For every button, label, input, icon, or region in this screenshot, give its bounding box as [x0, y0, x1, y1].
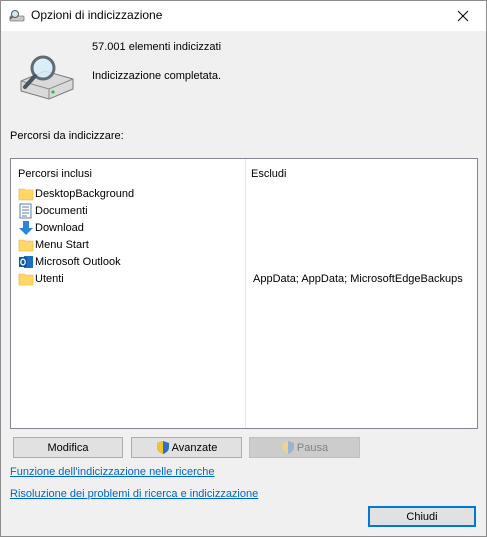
advanced-button-label: Avanzate — [171, 441, 218, 454]
indexing-status: Indicizzazione completata. — [92, 70, 222, 82]
advanced-button[interactable]: Avanzate — [131, 437, 242, 458]
documents-icon — [19, 203, 32, 219]
download-icon — [19, 221, 33, 235]
indexed-items-count: 57.001 elementi indicizzati — [92, 41, 222, 53]
list-item[interactable]: Menu Start — [18, 237, 477, 254]
location-name: Documenti — [35, 205, 88, 217]
modify-button[interactable]: Modifica — [13, 437, 123, 458]
uac-shield-icon — [281, 441, 294, 454]
list-item[interactable]: Utenti AppData; AppData; MicrosoftEdgeBa… — [18, 271, 477, 288]
uac-shield-icon — [156, 441, 169, 454]
title-bar: Opzioni di indicizzazione — [1, 1, 486, 31]
folder-icon — [18, 273, 34, 286]
list-item[interactable]: Download — [18, 220, 477, 237]
location-name: Download — [35, 222, 84, 234]
list-item[interactable]: DesktopBackground — [18, 186, 477, 203]
pause-button-label: Pausa — [296, 441, 329, 454]
close-window-button[interactable] — [440, 1, 486, 31]
column-header-included[interactable]: Percorsi inclusi — [18, 168, 92, 180]
close-icon — [457, 10, 469, 22]
close-button[interactable]: Chiudi — [368, 506, 476, 527]
location-name: DesktopBackground — [35, 188, 135, 200]
pause-button[interactable]: Pausa — [249, 437, 360, 458]
list-item[interactable]: Microsoft Outlook — [18, 254, 477, 271]
folder-icon — [18, 188, 34, 201]
indexing-help-link[interactable]: Funzione dell'indicizzazione nelle ricer… — [10, 466, 215, 478]
column-header-exclude[interactable]: Escludi — [251, 168, 286, 180]
troubleshoot-link[interactable]: Risoluzione dei problemi di ricerca e in… — [10, 488, 258, 500]
close-button-label: Chiudi — [406, 510, 438, 523]
indexing-drive-icon — [20, 55, 74, 100]
indexed-locations-list[interactable]: Percorsi inclusi Escludi DesktopBackgrou… — [10, 158, 478, 429]
locations-label: Percorsi da indicizzare: — [10, 130, 124, 142]
list-item[interactable]: Documenti — [18, 203, 477, 220]
outlook-icon — [19, 256, 33, 268]
window-title: Opzioni di indicizzazione — [31, 8, 163, 22]
location-name: Utenti — [35, 273, 64, 285]
indexing-options-icon — [9, 10, 25, 22]
location-exclusions: AppData; AppData; MicrosoftEdgeBackups — [253, 273, 463, 285]
modify-button-label: Modifica — [47, 441, 89, 454]
location-name: Microsoft Outlook — [35, 256, 121, 268]
folder-icon — [18, 239, 34, 252]
indexing-options-window: Opzioni di indicizzazione 57.001 element… — [0, 0, 487, 537]
location-name: Menu Start — [35, 239, 89, 251]
